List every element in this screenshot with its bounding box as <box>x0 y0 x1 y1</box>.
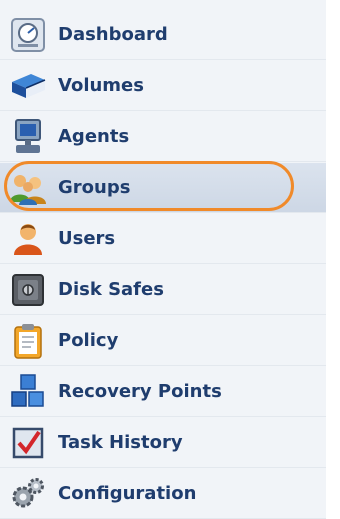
nav-item-users[interactable]: Users <box>0 214 326 264</box>
nav-item-agents[interactable]: Agents <box>0 112 326 162</box>
nav-item-recovery-points[interactable]: Recovery Points <box>0 367 326 417</box>
nav-item-label: Disk Safes <box>58 279 164 300</box>
nav-item-label: Volumes <box>58 75 144 96</box>
nav-item-dashboard[interactable]: Dashboard <box>0 10 326 60</box>
nav-item-groups[interactable]: Groups <box>0 163 326 213</box>
sidebar-nav: Dashboard Volumes Agents Groups Users Di… <box>0 0 340 519</box>
cubes-icon <box>8 372 48 412</box>
nav-item-disk-safes[interactable]: Disk Safes <box>0 265 326 315</box>
safe-icon <box>8 270 48 310</box>
nav-item-label: Configuration <box>58 483 197 504</box>
group-users-icon <box>8 168 48 208</box>
nav-item-policy[interactable]: Policy <box>0 316 326 366</box>
checkbox-task-icon <box>8 423 48 463</box>
nav-item-configuration[interactable]: Configuration <box>0 469 326 519</box>
volumes-book-icon <box>8 66 48 106</box>
nav-item-volumes[interactable]: Volumes <box>0 61 326 111</box>
nav-item-label: Recovery Points <box>58 381 222 402</box>
user-icon <box>8 219 48 259</box>
nav-item-task-history[interactable]: Task History <box>0 418 326 468</box>
nav-item-label: Agents <box>58 126 130 147</box>
dashboard-icon <box>8 15 48 55</box>
clipboard-icon <box>8 321 48 361</box>
nav-item-label: Task History <box>58 432 183 453</box>
nav-item-label: Dashboard <box>58 24 168 45</box>
gears-icon <box>8 474 48 514</box>
computer-icon <box>8 117 48 157</box>
nav-item-label: Policy <box>58 330 119 351</box>
nav-item-label: Users <box>58 228 116 249</box>
nav-item-label: Groups <box>58 177 131 198</box>
